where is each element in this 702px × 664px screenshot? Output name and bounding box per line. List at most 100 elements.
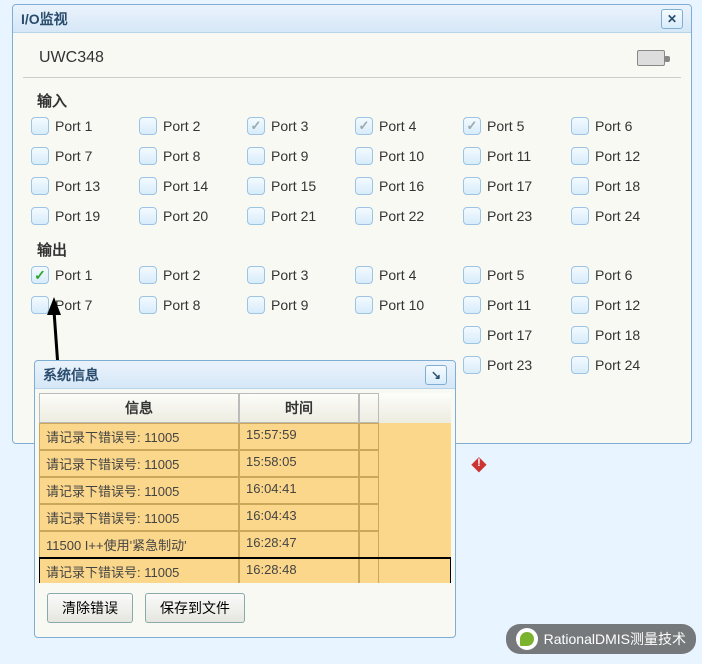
input-port-checkbox[interactable] bbox=[31, 207, 49, 225]
input-port-label: Port 7 bbox=[55, 148, 92, 164]
device-icon[interactable] bbox=[637, 50, 665, 66]
input-port-1: Port 1 bbox=[29, 115, 135, 137]
input-port-checkbox[interactable] bbox=[31, 117, 49, 135]
input-port-label: Port 2 bbox=[163, 118, 200, 134]
output-port-checkbox[interactable] bbox=[571, 296, 589, 314]
device-name: UWC348 bbox=[39, 49, 637, 67]
minimize-button[interactable]: ↘ bbox=[425, 365, 447, 385]
input-port-7: Port 7 bbox=[29, 145, 135, 167]
input-port-checkbox[interactable] bbox=[355, 207, 373, 225]
warning-icon[interactable] bbox=[466, 450, 492, 476]
input-port-label: Port 21 bbox=[271, 208, 316, 224]
input-port-11: Port 11 bbox=[461, 145, 567, 167]
clear-errors-button[interactable]: 清除错误 bbox=[47, 593, 133, 623]
output-port-checkbox[interactable] bbox=[463, 356, 481, 374]
output-port-checkbox[interactable] bbox=[571, 266, 589, 284]
input-port-2: Port 2 bbox=[137, 115, 243, 137]
input-port-21: Port 21 bbox=[245, 205, 351, 227]
col-time: 时间 bbox=[239, 393, 359, 423]
input-port-checkbox[interactable] bbox=[31, 177, 49, 195]
input-port-checkbox[interactable]: ✓ bbox=[463, 117, 481, 135]
output-port-16: Port 24 bbox=[569, 354, 675, 376]
output-port-label: Port 10 bbox=[379, 297, 424, 313]
output-port-2: Port 2 bbox=[137, 264, 243, 286]
output-port-label: Port 4 bbox=[379, 267, 416, 283]
close-button[interactable]: ✕ bbox=[661, 9, 683, 29]
output-port-1: ✓Port 1 bbox=[29, 264, 135, 286]
input-port-label: Port 20 bbox=[163, 208, 208, 224]
table-row[interactable]: 请记录下错误号: 1100515:58:05 bbox=[39, 450, 451, 477]
input-port-18: Port 18 bbox=[569, 175, 675, 197]
output-port-checkbox[interactable] bbox=[571, 326, 589, 344]
output-port-checkbox[interactable] bbox=[31, 296, 49, 314]
cell-time: 16:04:41 bbox=[239, 477, 359, 504]
output-port-12: Port 12 bbox=[569, 294, 675, 316]
output-port-11: Port 11 bbox=[461, 294, 567, 316]
output-port-checkbox[interactable]: ✓ bbox=[31, 266, 49, 284]
input-port-checkbox[interactable] bbox=[139, 117, 157, 135]
cell-time: 15:58:05 bbox=[239, 450, 359, 477]
output-port-9: Port 9 bbox=[245, 294, 351, 316]
input-port-label: Port 16 bbox=[379, 178, 424, 194]
cell-info: 请记录下错误号: 11005 bbox=[39, 423, 239, 450]
input-port-checkbox[interactable] bbox=[463, 207, 481, 225]
input-port-label: Port 17 bbox=[487, 178, 532, 194]
input-port-checkbox[interactable] bbox=[139, 177, 157, 195]
input-port-label: Port 22 bbox=[379, 208, 424, 224]
grid-rows[interactable]: 请记录下错误号: 1100515:57:59请记录下错误号: 1100515:5… bbox=[39, 423, 451, 583]
output-port-13: Port 17 bbox=[461, 324, 567, 346]
table-row[interactable]: 请记录下错误号: 1100516:04:41 bbox=[39, 477, 451, 504]
input-port-checkbox[interactable] bbox=[571, 147, 589, 165]
input-port-checkbox[interactable] bbox=[31, 147, 49, 165]
col-scroll bbox=[359, 393, 379, 423]
input-port-label: Port 1 bbox=[55, 118, 92, 134]
table-row[interactable]: 请记录下错误号: 1100516:04:43 bbox=[39, 504, 451, 531]
output-port-checkbox[interactable] bbox=[355, 296, 373, 314]
wechat-text: RationalDMIS测量技术 bbox=[544, 629, 686, 649]
output-port-15: Port 23 bbox=[461, 354, 567, 376]
output-port-checkbox[interactable] bbox=[571, 356, 589, 374]
device-row: UWC348 bbox=[23, 39, 681, 78]
input-port-checkbox[interactable] bbox=[247, 177, 265, 195]
table-row[interactable]: 请记录下错误号: 1100516:28:48 bbox=[39, 558, 451, 583]
input-port-checkbox[interactable] bbox=[139, 207, 157, 225]
output-port-checkbox[interactable] bbox=[463, 326, 481, 344]
output-port-checkbox[interactable] bbox=[247, 266, 265, 284]
output-port-checkbox[interactable] bbox=[355, 266, 373, 284]
system-info-panel: 系统信息 ↘ 信息 时间 请记录下错误号: 1100515:57:59请记录下错… bbox=[34, 360, 456, 638]
input-port-checkbox[interactable] bbox=[571, 177, 589, 195]
input-port-label: Port 24 bbox=[595, 208, 640, 224]
output-port-checkbox[interactable] bbox=[247, 296, 265, 314]
input-port-label: Port 18 bbox=[595, 178, 640, 194]
input-port-checkbox[interactable]: ✓ bbox=[247, 117, 265, 135]
table-row[interactable]: 11500 I++使用'紧急制动'16:28:47 bbox=[39, 531, 451, 558]
input-port-14: Port 14 bbox=[137, 175, 243, 197]
input-port-checkbox[interactable] bbox=[247, 147, 265, 165]
input-port-checkbox[interactable] bbox=[463, 147, 481, 165]
input-port-checkbox[interactable] bbox=[571, 117, 589, 135]
input-port-checkbox[interactable] bbox=[571, 207, 589, 225]
output-port-label: Port 9 bbox=[271, 297, 308, 313]
save-to-file-button[interactable]: 保存到文件 bbox=[145, 593, 245, 623]
input-port-label: Port 4 bbox=[379, 118, 416, 134]
output-port-3: Port 3 bbox=[245, 264, 351, 286]
io-title: I/O监视 bbox=[21, 9, 657, 29]
input-port-grid: Port 1Port 2✓Port 3✓Port 4✓Port 5Port 6P… bbox=[13, 115, 691, 227]
input-port-checkbox[interactable]: ✓ bbox=[355, 117, 373, 135]
input-port-checkbox[interactable] bbox=[247, 207, 265, 225]
input-port-label: Port 12 bbox=[595, 148, 640, 164]
input-port-10: Port 10 bbox=[353, 145, 459, 167]
input-port-checkbox[interactable] bbox=[463, 177, 481, 195]
input-port-checkbox[interactable] bbox=[139, 147, 157, 165]
table-row[interactable]: 请记录下错误号: 1100515:57:59 bbox=[39, 423, 451, 450]
output-port-checkbox[interactable] bbox=[463, 296, 481, 314]
cell-time: 16:04:43 bbox=[239, 504, 359, 531]
output-port-label: Port 17 bbox=[487, 327, 532, 343]
output-port-checkbox[interactable] bbox=[139, 266, 157, 284]
input-port-checkbox[interactable] bbox=[355, 177, 373, 195]
input-port-checkbox[interactable] bbox=[355, 147, 373, 165]
output-port-checkbox[interactable] bbox=[463, 266, 481, 284]
cell-info: 请记录下错误号: 11005 bbox=[39, 558, 239, 583]
wechat-badge: RationalDMIS测量技术 bbox=[506, 624, 696, 654]
output-port-checkbox[interactable] bbox=[139, 296, 157, 314]
